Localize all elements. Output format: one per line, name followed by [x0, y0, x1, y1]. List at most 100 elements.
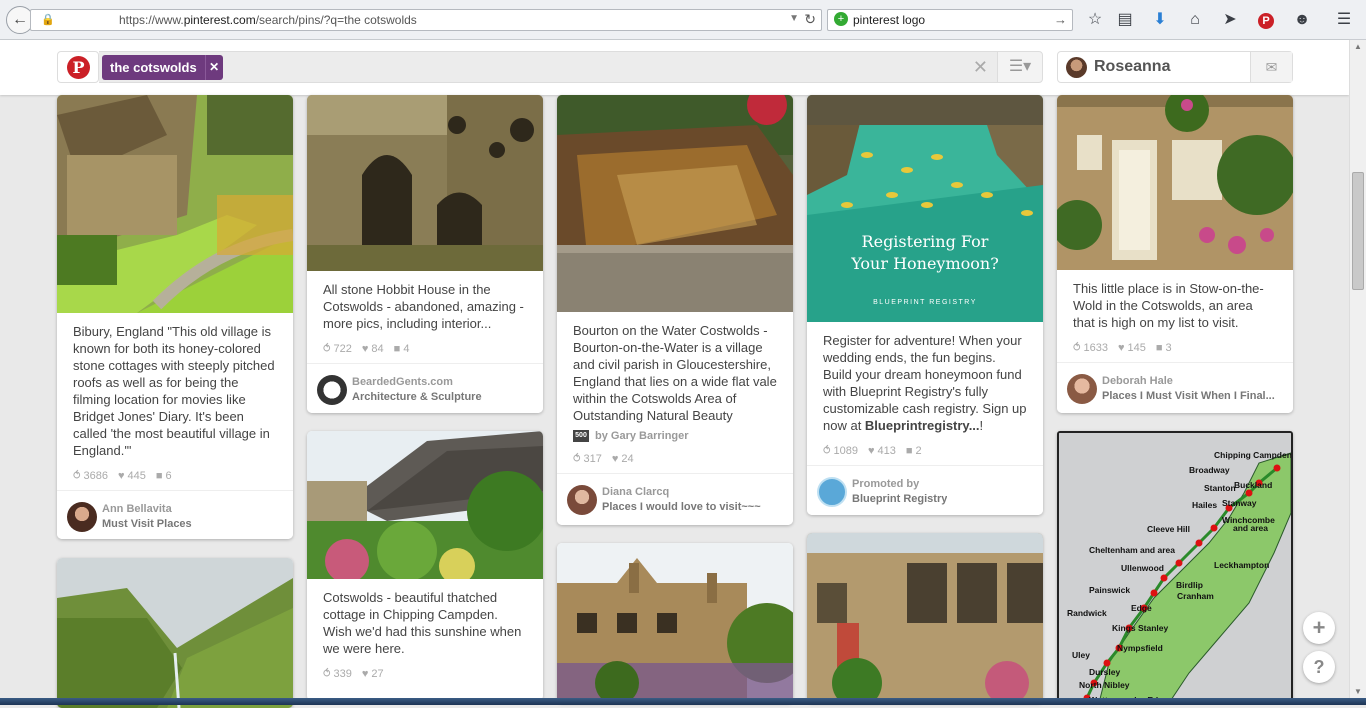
map-label: Stanway — [1222, 498, 1257, 508]
dropdown-arrow-icon[interactable]: ▼ — [789, 13, 799, 24]
map-label: Dursley — [1089, 667, 1120, 677]
pin-card-bibury[interactable]: Bibury, England "This old village is kno… — [57, 95, 293, 539]
search-go-arrow-icon[interactable]: → — [1054, 12, 1067, 27]
scroll-up-icon[interactable]: ▲ — [1354, 42, 1362, 51]
reload-icon[interactable]: ↻ — [804, 11, 816, 28]
pin-card-thatched-cottage[interactable]: Cotswolds - beautiful thatched cottage i… — [307, 431, 543, 701]
map-label: Ullenwood — [1121, 563, 1164, 573]
user-name: Roseanna — [1094, 58, 1171, 75]
pin-image[interactable] — [807, 533, 1043, 703]
ad-link[interactable]: Blueprintregistry... — [865, 418, 980, 433]
pin-card-manor-house[interactable] — [557, 543, 793, 703]
pinner-name[interactable]: BeardedGents.com — [352, 376, 453, 388]
pin-image[interactable] — [307, 431, 543, 584]
map-label: Cleeve Hill — [1147, 524, 1190, 534]
add-pin-button[interactable]: + — [1303, 612, 1335, 644]
avatar — [1067, 374, 1097, 404]
address-bar[interactable]: 🔒 https://www.pinterest.com/search/pins/… — [30, 9, 822, 31]
pin-image[interactable] — [307, 95, 543, 271]
search-chip[interactable]: the cotswolds ✕ — [102, 55, 223, 80]
repin-count: ⥀ 317 — [573, 452, 602, 466]
ad-brand: BLUEPRINT REGISTRY — [873, 299, 977, 306]
pinner-name[interactable]: Deborah Hale — [1102, 375, 1173, 387]
heart-icon: ♥ — [361, 667, 369, 680]
like-count: ♥ 145 — [1118, 341, 1146, 354]
comment-icon: ■ — [1155, 341, 1163, 354]
pin-stats: ⥀ 1633 ♥ 145 ■ 3 — [1057, 331, 1293, 362]
reader-icon[interactable]: ▤ — [1115, 10, 1135, 30]
search-menu-button[interactable]: ☰▾ — [997, 51, 1043, 83]
avatar — [817, 477, 847, 507]
pin-image[interactable] — [557, 95, 793, 312]
map-label: Cranham — [1177, 591, 1214, 601]
heart-icon: ♥ — [868, 444, 875, 457]
help-button[interactable]: ? — [1303, 651, 1335, 683]
star-icon[interactable]: ☆ — [1085, 10, 1105, 30]
board-name[interactable]: Must Visit Places — [102, 518, 192, 530]
clear-search-icon[interactable]: ✕ — [973, 57, 988, 78]
pin-attribution[interactable]: Diana Clarcq Places I would love to visi… — [557, 473, 793, 525]
chip-remove-icon[interactable]: ✕ — [204, 55, 223, 80]
pin-image-svg — [307, 431, 543, 584]
pin-image[interactable] — [57, 558, 293, 708]
search-engine-icon[interactable]: + — [834, 12, 848, 26]
map-label: Cheltenham and area — [1089, 545, 1175, 555]
pin-image[interactable] — [1057, 95, 1293, 270]
heart-icon: ♥ — [611, 452, 619, 465]
comment-icon: ■ — [155, 469, 163, 482]
pin-attribution[interactable]: BeardedGents.com Architecture & Sculptur… — [307, 363, 543, 413]
send-icon[interactable]: ➤ — [1220, 10, 1240, 30]
route-dot — [1160, 574, 1168, 582]
map-label: Leckhampton — [1214, 560, 1269, 570]
smiley-icon[interactable]: ☻ — [1292, 10, 1312, 30]
map-label: Painswick — [1089, 585, 1130, 595]
pinterest-icon[interactable]: P — [1256, 10, 1276, 30]
pin-card-stow-on-the-wold[interactable]: This little place is in Stow-on-the-Wold… — [1057, 95, 1293, 413]
pinterest-logo-button[interactable]: P — [57, 51, 99, 83]
map-label: Kings Stanley — [1112, 623, 1168, 633]
pin-image[interactable] — [57, 95, 293, 313]
board-name[interactable]: Places I would love to visit~~~ — [602, 501, 761, 513]
pin-card-stone-building[interactable] — [807, 533, 1043, 703]
pin-description: This little place is in Stow-on-the-Wold… — [1073, 281, 1264, 330]
pin-image-svg — [57, 95, 293, 313]
notifications-icon[interactable]: ✉ — [1250, 52, 1292, 82]
menu-icon[interactable]: ☰ — [1334, 10, 1354, 30]
download-icon[interactable]: ⬇ — [1150, 10, 1170, 30]
user-profile-button[interactable]: Roseanna ✉ — [1057, 51, 1293, 83]
pin-attribution[interactable]: Deborah Hale Places I Must Visit When I … — [1057, 362, 1293, 413]
pin-via[interactable]: 500 by Gary Barringer — [557, 424, 793, 442]
pinterest-logo-icon: P — [67, 56, 90, 79]
pin-attribution[interactable]: Ann Bellavita Must Visit Places — [57, 490, 293, 539]
repin-icon: ⥀ — [573, 453, 581, 465]
pin-image[interactable] — [557, 543, 793, 703]
pin-card-cotswold-way-map[interactable]: Chipping Campden Broadway Buckland Stanton H… — [1057, 431, 1293, 701]
avatar — [317, 375, 347, 405]
pin-description: Bibury, England "This old village is kno… — [73, 324, 275, 458]
pin-search-bar[interactable]: the cotswolds ✕ ✕ — [99, 51, 999, 83]
browser-search-bar[interactable]: + pinterest logo → — [827, 9, 1073, 31]
board-name[interactable]: Architecture & Sculpture — [352, 391, 482, 403]
pin-card-blueprint-registry[interactable]: Registering For Your Honeymoon? BLUEPRIN… — [807, 95, 1043, 515]
pin-card-hobbit-house[interactable]: All stone Hobbit House in the Cotswolds … — [307, 95, 543, 413]
scroll-down-icon[interactable]: ▼ — [1354, 687, 1362, 696]
url-text: https://www.pinterest.com/search/pins/?q… — [119, 13, 417, 27]
pin-attribution[interactable]: Promoted by Blueprint Registry — [807, 465, 1043, 515]
pin-card-valley[interactable] — [57, 558, 293, 708]
repin-count: ⥀ 1633 — [1073, 341, 1108, 355]
home-icon[interactable]: ⌂ — [1185, 10, 1205, 30]
pin-image[interactable]: Registering For Your Honeymoon? BLUEPRIN… — [807, 95, 1043, 322]
browser-search-input[interactable]: pinterest logo — [853, 13, 925, 27]
scrollbar-thumb[interactable] — [1352, 172, 1364, 290]
advertiser-name[interactable]: Blueprint Registry — [852, 493, 947, 505]
pinner-name[interactable]: Diana Clarcq — [602, 486, 669, 498]
repin-icon: ⥀ — [323, 668, 331, 680]
board-name[interactable]: Places I Must Visit When I Final... — [1102, 390, 1275, 402]
repin-icon: ⥀ — [1073, 342, 1081, 354]
vertical-scrollbar[interactable]: ▲ ▼ — [1349, 40, 1366, 698]
pinner-name[interactable]: Ann Bellavita — [102, 503, 172, 515]
pin-card-bourton[interactable]: Bourton on the Water Costwolds - Bourton… — [557, 95, 793, 525]
comment-count: ■ 6 — [155, 469, 172, 482]
repin-count: ⥀ 1089 — [823, 444, 858, 458]
comment-icon: ■ — [393, 342, 401, 355]
